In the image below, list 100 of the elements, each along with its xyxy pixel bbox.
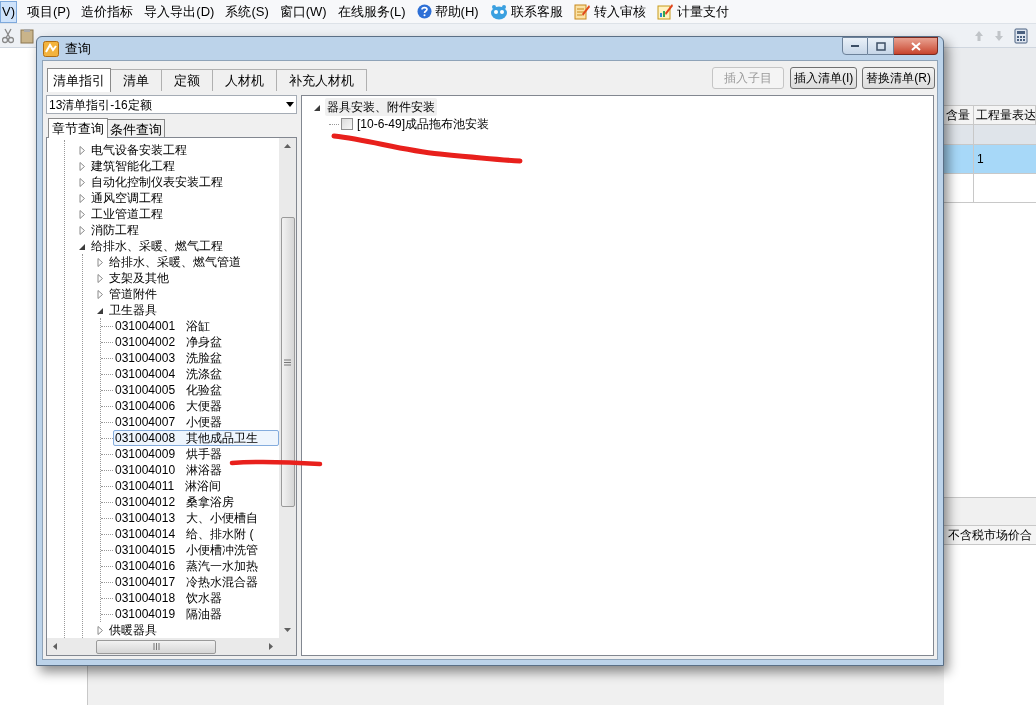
tab[interactable]: 清单 xyxy=(111,69,162,91)
expand-triangle-icon[interactable] xyxy=(97,289,104,299)
dialog-button[interactable]: 插入清单(I) xyxy=(790,67,858,89)
menu-item[interactable]: 帮助(H) xyxy=(415,0,480,23)
expand-triangle-icon[interactable] xyxy=(97,273,104,283)
expand-triangle-icon[interactable] xyxy=(79,209,86,219)
maximize-button[interactable] xyxy=(868,37,894,55)
tree-item[interactable]: 031004016 蒸汽一水加热 xyxy=(113,558,264,574)
clipboard-icon[interactable] xyxy=(20,27,34,44)
tree-item[interactable]: 031004008 其他成品卫生 xyxy=(113,430,279,446)
item-name: 小便器 xyxy=(186,414,223,431)
mascot-icon xyxy=(489,3,508,20)
minimize-button[interactable] xyxy=(842,37,868,55)
menu-label: 帮助(H) xyxy=(434,2,479,21)
table-cell-text: 1 xyxy=(977,151,984,168)
item-name: 小便槽冲洗管 xyxy=(186,542,259,559)
up-arrow-icon[interactable] xyxy=(974,29,984,42)
menu-item[interactable]: 计量支付 xyxy=(655,0,730,23)
item-name: 化验盆 xyxy=(186,382,223,399)
menu-item[interactable]: 项目(P) xyxy=(26,0,72,23)
tree-item[interactable]: 031004019 隔油器 xyxy=(113,606,228,622)
table-row[interactable] xyxy=(944,174,1036,203)
item-name: 饮水器 xyxy=(186,590,223,607)
expand-triangle-icon[interactable] xyxy=(97,625,104,635)
menu-item[interactable]: 导入导出(D) xyxy=(143,0,216,23)
item-name: 大便器 xyxy=(186,398,223,415)
item-code: 031004002 xyxy=(115,334,176,351)
item-name: 隔油器 xyxy=(186,606,223,623)
table-row[interactable]: 1 xyxy=(944,145,1036,174)
item-code: 031004007 xyxy=(115,414,176,431)
tab[interactable]: 补充人材机 xyxy=(277,69,367,91)
scrollbar-thumb[interactable] xyxy=(96,639,216,654)
tab[interactable]: 清单指引 xyxy=(47,68,111,92)
dialog-button[interactable]: 替换清单(R) xyxy=(862,67,935,89)
down-arrow-icon[interactable] xyxy=(994,29,1004,42)
menu-item[interactable]: 窗口(W) xyxy=(278,0,328,23)
item-code: 031004016 xyxy=(115,558,176,575)
library-dropdown[interactable]: 13清单指引-16定额 xyxy=(46,95,297,114)
menu-label: 转入审核 xyxy=(593,2,646,21)
tree-item[interactable]: 031004011 淋浴间 xyxy=(113,478,227,494)
expand-triangle-icon[interactable] xyxy=(79,161,86,171)
tree-item: [10-6-49]成品拖布池安装 xyxy=(357,116,490,133)
tree-item[interactable]: 031004006 大便器 xyxy=(113,398,228,414)
item-code: 031004009 xyxy=(115,446,176,463)
item-name: 浴缸 xyxy=(186,318,211,335)
tree-item[interactable]: 031004013 大、小便槽自 xyxy=(113,510,264,526)
item-name: 桑拿浴房 xyxy=(186,494,235,511)
tab[interactable]: 条件查询 xyxy=(108,119,165,137)
dropdown-arrow-icon xyxy=(286,102,294,107)
tree-item[interactable]: 031004018 饮水器 xyxy=(113,590,228,606)
menu-item[interactable]: 造价指标 xyxy=(80,0,135,23)
expand-triangle-icon[interactable] xyxy=(79,177,86,187)
calculator-icon[interactable] xyxy=(1014,27,1028,44)
tree-item[interactable]: 031004017 冷热水混合器 xyxy=(113,574,264,590)
item-name: 淋浴间 xyxy=(185,478,222,495)
tab[interactable]: 章节查询 xyxy=(48,118,108,138)
item-name: 给、排水附 ( xyxy=(186,526,254,543)
column-header: 不含税市场价合 xyxy=(944,525,1036,545)
tree-item[interactable]: 供暖器具 xyxy=(107,620,159,638)
menu-label: 计量支付 xyxy=(676,2,729,21)
menu-item[interactable]: 在线服务(L) xyxy=(336,0,407,23)
item-code: 031004013 xyxy=(115,510,176,527)
tree-item[interactable]: 器具安装、附件安装 xyxy=(325,98,437,116)
tab[interactable]: 定额 xyxy=(162,69,213,91)
tree-item[interactable]: 031004004 洗涤盆 xyxy=(113,366,228,382)
table-row[interactable] xyxy=(944,125,1036,145)
menu-item[interactable]: 系统(S) xyxy=(224,0,270,23)
expand-triangle-icon[interactable] xyxy=(79,193,86,203)
scissors-icon[interactable] xyxy=(2,27,14,44)
vertical-scrollbar[interactable] xyxy=(279,138,296,638)
tree-item[interactable]: 031004015 小便槽冲洗管 xyxy=(113,542,264,558)
item-name: 烘手器 xyxy=(186,446,223,463)
tree-item[interactable]: 031004003 洗脸盆 xyxy=(113,350,228,366)
expand-triangle-icon[interactable] xyxy=(79,145,86,155)
tree-item[interactable]: 031004012 桑拿浴房 xyxy=(113,494,240,510)
expand-triangle-icon[interactable] xyxy=(79,225,86,235)
app-icon xyxy=(43,40,59,57)
expand-triangle-icon[interactable] xyxy=(97,257,104,267)
scrollbar-thumb[interactable] xyxy=(280,217,295,507)
close-button[interactable] xyxy=(894,37,938,55)
tree-item[interactable]: 031004005 化验盆 xyxy=(113,382,228,398)
tree-item[interactable]: 031004009 烘手器 xyxy=(113,446,228,462)
tab[interactable]: 人材机 xyxy=(213,69,277,91)
grip-icon xyxy=(152,643,160,650)
menu-item[interactable]: 联系客服 xyxy=(488,0,564,23)
checkbox[interactable] xyxy=(341,118,353,130)
item-name: 洗涤盆 xyxy=(186,366,223,383)
item-code: 031004011 xyxy=(115,478,175,495)
tree-item[interactable]: 031004014 给、排水附 ( xyxy=(113,526,259,542)
menu-item[interactable]: V) xyxy=(0,0,17,23)
window-title: 查询 xyxy=(65,39,91,58)
tree-item[interactable]: 031004010 淋浴器 xyxy=(113,462,228,478)
tree-item[interactable]: 031004001 浴缸 xyxy=(113,318,216,334)
item-code: 031004017 xyxy=(115,574,176,591)
item-code: 031004005 xyxy=(115,382,176,399)
tree-item[interactable]: 031004002 净身盆 xyxy=(113,334,228,350)
menu-item[interactable]: 转入审核 xyxy=(572,0,647,23)
tree-item[interactable]: 031004007 小便器 xyxy=(113,414,228,430)
item-code: 031004004 xyxy=(115,366,176,383)
item-name: 蒸汽一水加热 xyxy=(186,558,259,575)
